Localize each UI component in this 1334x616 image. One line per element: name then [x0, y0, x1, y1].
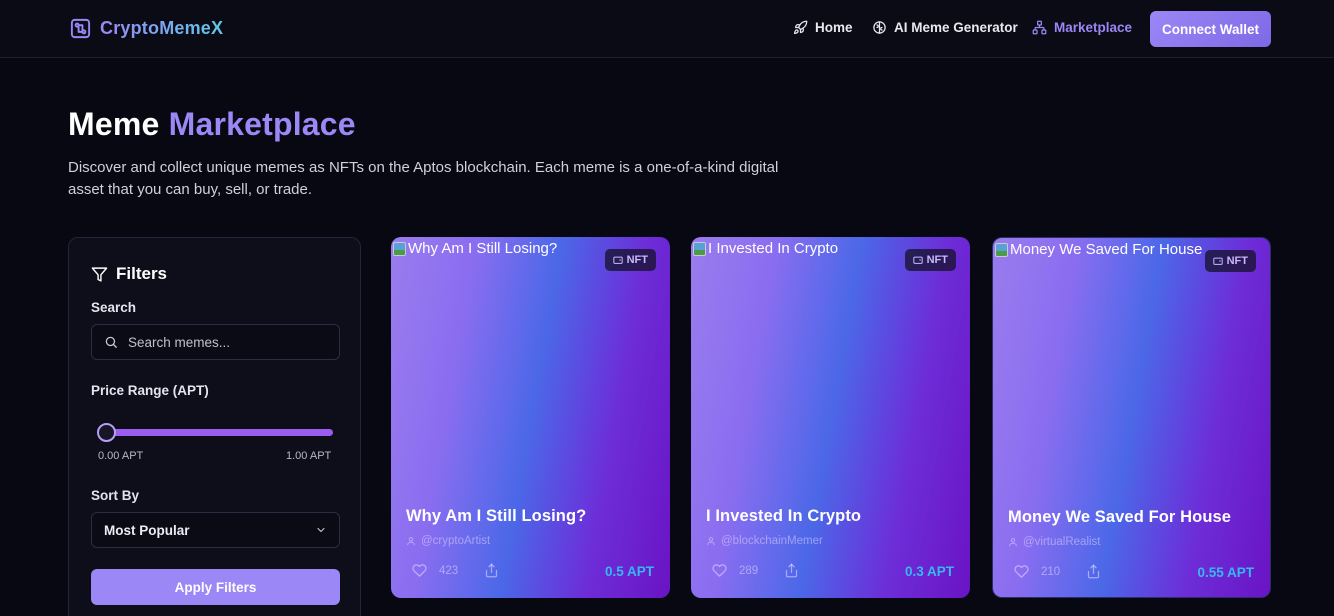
like-button[interactable]: 423 [412, 563, 458, 578]
nft-badge: NFT [604, 249, 656, 271]
nav-ai-meme-generator[interactable]: AI Meme Generator [872, 20, 1018, 35]
like-button[interactable]: 289 [712, 563, 758, 578]
meme-card[interactable]: Why Am I Still Losing? NFT Why Am I Stil… [391, 237, 670, 598]
search-input[interactable] [128, 334, 328, 350]
heart-icon [412, 564, 427, 577]
nft-badge-label: NFT [926, 254, 948, 266]
meme-title: Money We Saved For House [1008, 508, 1232, 526]
meme-author-name: @cryptoArtist [421, 535, 491, 547]
nav-ai-meme-generator-label: AI Meme Generator [894, 20, 1018, 35]
like-button[interactable]: 210 [1014, 564, 1060, 579]
circuit-logo-icon [70, 18, 91, 39]
share-icon[interactable] [484, 563, 499, 578]
user-icon [407, 537, 415, 546]
broken-image-icon [693, 242, 706, 256]
broken-image-icon [995, 243, 1008, 257]
search-icon [105, 336, 117, 348]
nav-marketplace-label: Marketplace [1054, 20, 1133, 35]
search-field[interactable] [91, 324, 340, 360]
meme-author[interactable]: @blockchainMemer [706, 535, 823, 547]
heart-icon [712, 564, 727, 577]
brand-name: CryptoMemeX [100, 18, 224, 38]
share-icon[interactable] [1086, 564, 1101, 579]
nav-home-label: Home [815, 20, 853, 35]
broken-image-icon [393, 242, 406, 256]
nft-badge-label: NFT [1226, 255, 1248, 267]
share-icon[interactable] [784, 563, 799, 578]
filters-heading: Filters [91, 264, 167, 284]
brand-logo[interactable]: CryptoMemeX [69, 17, 223, 40]
meme-author-name: @virtualRealist [1023, 536, 1101, 548]
rocket-icon [793, 20, 808, 35]
filters-panel: Filters Search Price Range (APT) 0.00 AP… [68, 237, 361, 616]
heart-icon [1014, 565, 1029, 578]
meme-image[interactable]: Why Am I Still Losing? [393, 240, 557, 257]
funnel-icon [91, 266, 108, 282]
meme-price: 0.5 APT [604, 564, 654, 579]
sort-by-select[interactable]: Most Popular [91, 512, 340, 548]
meme-image-alt: Money We Saved For House [1010, 241, 1203, 258]
meme-image[interactable]: Money We Saved For House [995, 241, 1202, 258]
price-range-max: 1.00 APT [286, 450, 332, 462]
search-label: Search [91, 300, 137, 315]
nav-home[interactable]: Home [793, 20, 853, 35]
user-icon [707, 537, 715, 546]
meme-author-name: @blockchainMemer [721, 535, 823, 547]
page-title: Meme Marketplace [68, 106, 356, 143]
network-icon [1032, 20, 1047, 35]
meme-author[interactable]: @virtualRealist [1008, 536, 1101, 548]
page-title-main: Meme [68, 106, 169, 142]
nft-badge-label: NFT [626, 254, 648, 266]
like-count: 289 [739, 564, 759, 577]
nft-badge: NFT [1204, 250, 1256, 272]
meme-price: 0.3 APT [904, 564, 954, 579]
wallet-icon [612, 256, 623, 264]
brain-icon [873, 21, 886, 34]
filters-heading-label: Filters [116, 264, 168, 283]
price-range-thumb[interactable] [97, 423, 116, 442]
connect-wallet-button[interactable]: Connect Wallet [1150, 11, 1271, 47]
meme-image[interactable]: I Invested In Crypto [693, 240, 838, 257]
nft-badge: NFT [904, 249, 956, 271]
price-range-label: Price Range (APT) [91, 383, 209, 398]
meme-image-alt: I Invested In Crypto [708, 240, 839, 257]
sort-by-value: Most Popular [104, 522, 190, 538]
meme-title: I Invested In Crypto [706, 507, 862, 525]
nav-marketplace[interactable]: Marketplace [1032, 20, 1132, 35]
chevron-down-icon [317, 527, 325, 533]
meme-image-alt: Why Am I Still Losing? [408, 240, 558, 257]
like-count: 210 [1041, 565, 1061, 578]
price-range-min: 0.00 APT [98, 450, 144, 462]
price-range-track[interactable] [101, 429, 333, 436]
sort-by-label: Sort By [91, 488, 140, 503]
meme-card[interactable]: I Invested In Crypto NFT I Invested In C… [691, 237, 970, 598]
meme-price: 0.55 APT [1197, 565, 1254, 580]
meme-card[interactable]: Money We Saved For House NFT Money We Sa… [992, 237, 1271, 598]
wallet-icon [912, 256, 923, 264]
page-description: Discover and collect unique memes as NFT… [68, 159, 779, 198]
page-title-accent: Marketplace [168, 106, 356, 142]
wallet-icon [1212, 257, 1223, 265]
top-navbar: CryptoMemeX Home AI Meme Generator Marke… [0, 0, 1334, 58]
meme-author[interactable]: @cryptoArtist [406, 535, 490, 547]
like-count: 423 [439, 564, 459, 577]
user-icon [1009, 538, 1017, 547]
apply-filters-button[interactable]: Apply Filters [91, 569, 340, 605]
meme-title: Why Am I Still Losing? [406, 507, 587, 525]
